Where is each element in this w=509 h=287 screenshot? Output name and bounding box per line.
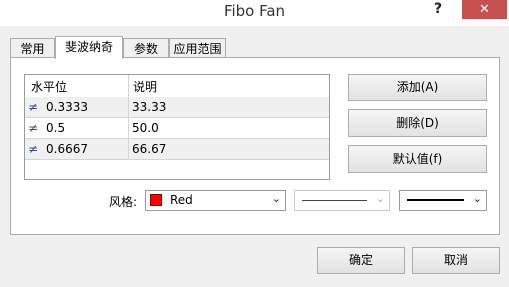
level-description[interactable]: 33.33 xyxy=(132,100,166,114)
tab-visualization[interactable]: 应用范围 xyxy=(169,38,226,58)
tab-fibonacci[interactable]: 斐波纳奇 xyxy=(55,36,123,59)
style-label: 风格: xyxy=(109,195,138,209)
chevron-down-icon: ⌄ xyxy=(375,192,385,205)
column-divider xyxy=(128,75,129,160)
cancel-button[interactable]: 取消 xyxy=(412,247,500,274)
table-row[interactable]: ≠ 0.3333 33.33 xyxy=(25,97,329,118)
levels-table[interactable]: 水平位 说明 ≠ 0.3333 33.33 ≠ 0.5 50.0 ≠ 0.666… xyxy=(24,74,330,180)
color-value: Red xyxy=(170,193,193,207)
level-icon: ≠ xyxy=(28,121,38,135)
table-header: 水平位 说明 xyxy=(25,75,329,98)
tab-common[interactable]: 常用 xyxy=(10,38,55,58)
level-description[interactable]: 66.67 xyxy=(132,142,166,156)
color-swatch xyxy=(150,194,162,206)
fibonacci-panel: 水平位 说明 ≠ 0.3333 33.33 ≠ 0.5 50.0 ≠ 0.666… xyxy=(10,57,500,235)
level-value[interactable]: 0.3333 xyxy=(46,100,88,114)
level-icon: ≠ xyxy=(28,142,38,156)
chevron-down-icon: ⌄ xyxy=(271,192,281,205)
level-value[interactable]: 0.6667 xyxy=(46,142,88,156)
level-icon: ≠ xyxy=(28,100,38,114)
line-style-select[interactable]: ⌄ xyxy=(294,190,390,211)
chevron-down-icon: ⌄ xyxy=(472,192,482,205)
title-bar: Fibo Fan ? ✕ xyxy=(0,0,509,26)
table-row[interactable]: ≠ 0.5 50.0 xyxy=(25,118,329,139)
tab-parameters[interactable]: 参数 xyxy=(123,38,169,58)
add-button[interactable]: 添加(A) xyxy=(348,74,487,101)
table-row[interactable]: ≠ 0.6667 66.67 xyxy=(25,139,329,160)
level-value[interactable]: 0.5 xyxy=(46,121,65,135)
line-width-sample xyxy=(407,199,464,201)
default-button[interactable]: 默认值(f) xyxy=(348,145,487,173)
header-description[interactable]: 说明 xyxy=(133,78,157,95)
header-level[interactable]: 水平位 xyxy=(31,78,67,95)
line-style-sample xyxy=(302,200,367,201)
help-button[interactable]: ? xyxy=(424,0,452,20)
close-button[interactable]: ✕ xyxy=(462,0,507,19)
ok-button[interactable]: 确定 xyxy=(317,247,405,274)
delete-button[interactable]: 删除(D) xyxy=(348,109,487,137)
line-width-select[interactable]: ⌄ xyxy=(399,190,487,211)
level-description[interactable]: 50.0 xyxy=(132,121,159,135)
color-select[interactable]: Red ⌄ xyxy=(145,190,286,211)
